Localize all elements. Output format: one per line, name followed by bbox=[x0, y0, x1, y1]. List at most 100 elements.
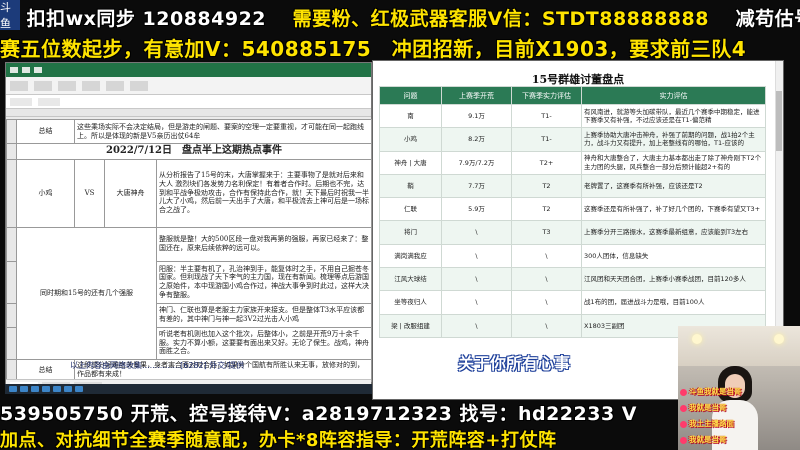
cell-next-tier: T2 bbox=[511, 173, 582, 199]
ribbon bbox=[6, 77, 371, 95]
lyric-subtitle: 关于你所有心事 bbox=[458, 354, 571, 373]
cell-note-2[interactable]: 阳服：半主要有机了，孔治神到手，能复体时之手，不用自己掘苍冬国家。但利现战了天下… bbox=[155, 260, 373, 304]
table-row: 神舟 | 大唐 7.9万/7.2万 T2+ 神舟和大唐整合了，大唐主力基本都出走了除了… bbox=[379, 150, 766, 175]
undo-icon[interactable] bbox=[34, 67, 42, 73]
ribbon-tab[interactable] bbox=[58, 80, 76, 91]
header-cell: 实力评估 bbox=[581, 86, 766, 105]
cell-assessment: 有风南进，就游等头加碳带队，最近几个赛季中期稳定，能进下赛季又有补强，不过应该还… bbox=[581, 103, 766, 129]
ticker-line-3: 539505750 开荒、控号接待V：a2819712323 找号：hd2223… bbox=[0, 403, 637, 425]
cell-last-season: 7.9万/7.2万 bbox=[441, 150, 512, 175]
header-cell: 问题 bbox=[379, 86, 442, 105]
cell-assessment: 江风团和天天团合团，上赛季小赛季战团，目前120多人 bbox=[581, 267, 766, 292]
ticker-line-4: 加点、对抗细节全赛季随意配，办卡*8阵容指导：开荒阵容+打仗阵 bbox=[0, 430, 557, 450]
table-row: 坐等夜归人 \ \ 战1布的团，届进战斗力是哦，目前100人 bbox=[379, 290, 766, 315]
cell-assessment: 上赛季分开三路振水，这赛季最新组意，应该能到T3左右 bbox=[581, 220, 766, 245]
cam-tag: 我就是当哥 bbox=[680, 402, 727, 413]
taskbar bbox=[5, 384, 372, 394]
header-cell: 下赛季实力评估 bbox=[511, 86, 582, 105]
cell-team: 江风大球结 bbox=[379, 267, 442, 292]
column-header bbox=[6, 109, 371, 117]
cell-summary-label[interactable]: 总结 bbox=[16, 119, 75, 144]
cell-team: 小鸡 bbox=[379, 127, 442, 152]
cell-assessment: 上赛季协助大唐冲击神舟，补强了前期的问题，战1拍2个主力，战斗力又有提升，加上老… bbox=[581, 127, 766, 152]
cell-next-tier: T1- bbox=[511, 127, 582, 152]
taskbar-app-icon[interactable] bbox=[75, 386, 83, 392]
cell-last-season: 8.2万 bbox=[441, 127, 512, 152]
header-cell: 上赛季开荒 bbox=[441, 86, 512, 105]
cell-next-tier: T2 bbox=[511, 197, 582, 222]
cell-next-tier: \ bbox=[511, 243, 582, 269]
cell-assessment: 老牌置了，这赛季有所补强，应该还是T2 bbox=[581, 173, 766, 199]
cell-summary-text[interactable]: 这些乘场实际不会决定结局，但是游走的闸题、要案的空理一定要重视，才可能在同一起跑… bbox=[73, 119, 373, 144]
cell-team: 坐等夜归人 bbox=[379, 290, 442, 315]
douyu-logo: 斗鱼 bbox=[0, 0, 20, 30]
cell-analysis[interactable]: 从分析报告了15号的末，大唐掌握来于：主要事物了是就对后来和大人 激烈块们各发势… bbox=[155, 158, 373, 228]
cam-tag: 斗鱼我就是当哥 bbox=[680, 386, 742, 397]
table-row: 小鸡 VS 大唐神舟 从分析报告了15号的末，大唐掌握来于：主要事物了是就对后来… bbox=[6, 158, 373, 228]
spreadsheet-titlebar bbox=[6, 63, 371, 77]
start-icon[interactable] bbox=[9, 386, 17, 392]
cell-last-season: \ bbox=[441, 220, 512, 245]
table-row: 仁联 5.9万 T2 这赛季还是有所补强了，补了好几个团的，下赛季有望又T3+ bbox=[379, 197, 766, 222]
ticker-qq-info: 呆 扣扣wx同步 120884922 bbox=[0, 8, 267, 30]
ribbon-tab[interactable] bbox=[34, 80, 52, 91]
cell-team-right[interactable]: 大唐神舟 bbox=[104, 158, 157, 228]
cell-final-label[interactable]: 总结 bbox=[16, 358, 75, 382]
cell-last-season: \ bbox=[441, 267, 512, 292]
ceiling-light bbox=[692, 334, 702, 344]
cell-last-season: 5.9万 bbox=[441, 197, 512, 222]
sheet-grid: 总结 这些乘场实际不会决定结局，但是游走的闸题、要案的空理一定要重视，才可能在同… bbox=[6, 119, 373, 382]
table-row: 将门 \ T3 上赛季分开三路振水，这赛季最新组意，应该能到T3左右 bbox=[379, 220, 766, 245]
ticker-line-1: 呆 扣扣wx同步 120884922 需要粉、红极武器客服V信：STDT8888… bbox=[0, 4, 800, 31]
cell-team: 南 bbox=[379, 103, 442, 129]
table-row: 南 9.1万 T1- 有风南进，就游等头加碳带队，最近几个赛季中期稳定，能进下赛季又有… bbox=[379, 103, 766, 129]
cell-team: 梁 | 改服组建 bbox=[379, 313, 442, 338]
cell-assessment: 300人团体，信息缺失 bbox=[581, 243, 766, 269]
cell-note-3[interactable]: 神门、仁联也算是老服主力家族开来接支。但是整体T3水平应该都有差的，其中神门与神… bbox=[155, 302, 373, 328]
cell-next-tier: T1- bbox=[511, 103, 582, 129]
table-row: 满岗满我应 \ \ 300人团体，信息缺失 bbox=[379, 243, 766, 269]
cell-strong-servers[interactable]: 同时期和15号的还有几个强服 bbox=[16, 226, 157, 360]
scrollbar-thumb[interactable] bbox=[776, 91, 782, 151]
taskbar-app-icon[interactable] bbox=[31, 386, 39, 392]
cell-vs[interactable]: VS bbox=[74, 158, 105, 228]
ribbon-tab[interactable] bbox=[82, 80, 100, 91]
cell-next-tier: \ bbox=[511, 267, 582, 292]
cell-last-season: \ bbox=[441, 290, 512, 315]
taskbar-app-icon[interactable] bbox=[64, 386, 72, 392]
cell-team: 将门 bbox=[379, 220, 442, 245]
stream-frame: 呆 扣扣wx同步 120884922 需要粉、红极武器客服V信：STDT8888… bbox=[0, 0, 800, 450]
ticker-tail: 减苟估号 bbox=[735, 8, 800, 30]
taskbar-app-icon[interactable] bbox=[53, 386, 61, 392]
ribbon-tab[interactable] bbox=[106, 80, 124, 91]
formula-bar[interactable] bbox=[6, 95, 371, 109]
save-icon[interactable] bbox=[22, 67, 30, 73]
cell-last-season: 7.7万 bbox=[441, 173, 512, 199]
cell-assessment: 战1布的团，届进战斗力是哦，目前100人 bbox=[581, 290, 766, 315]
table-header-row: 问题 上赛季开荒 下赛季实力评估 实力评估 bbox=[379, 86, 766, 105]
cell-team: 仁联 bbox=[379, 197, 442, 222]
document-footer: 以上内容由网络收集...............[6282] 外交/提供 bbox=[70, 361, 244, 370]
ranking-table: 问题 上赛季开荒 下赛季实力评估 实力评估 南 9.1万 T1- 有风南进，就游等头加… bbox=[379, 86, 766, 338]
cell-next-tier: \ bbox=[511, 290, 582, 315]
cell-assessment: 这赛季还是有所补强了，补了好几个团的，下赛季有望又T3+ bbox=[581, 197, 766, 222]
ceiling-light bbox=[774, 334, 784, 344]
taskbar-app-icon[interactable] bbox=[20, 386, 28, 392]
document-title: 15号群雄讨董盘点 bbox=[531, 73, 625, 86]
cell-assessment: 神舟和大唐整合了，大唐主力基本都出走了除了神舟刚下T2个主力团的头腿，风兵整合一… bbox=[581, 150, 766, 175]
cell-team: 鞘 bbox=[379, 173, 442, 199]
cell-next-tier: T2+ bbox=[511, 150, 582, 175]
cell-note-4[interactable]: 听说老有机则也加入这个批次，后整体小，之前是开荒9万十余千服。实力不算小额，这要… bbox=[155, 326, 373, 360]
ribbon-tab[interactable] bbox=[130, 80, 148, 91]
table-row: 鞘 7.7万 T2 老牌置了，这赛季有所补强，应该还是T2 bbox=[379, 173, 766, 199]
cell-team-left[interactable]: 小鸡 bbox=[16, 158, 75, 228]
cell-note-1[interactable]: 整服就是整！大的500区段一盘对我再第的强服，再家已经来了：整国还在，原来后续依… bbox=[155, 226, 373, 262]
taskbar-app-icon[interactable] bbox=[42, 386, 50, 392]
cam-tag: 我就是当哥 bbox=[680, 434, 727, 445]
cell-last-season: \ bbox=[441, 243, 512, 269]
spreadsheet-window: 总结 这些乘场实际不会决定结局，但是游走的闸题、要案的空理一定要重视，才可能在同… bbox=[5, 62, 373, 392]
cell-date-title[interactable]: 2022/7/12日 盘点半上这期热点事件 bbox=[15, 143, 373, 160]
ticker-service-info: 需要粉、红极武器客服V信：STDT88888888 bbox=[292, 8, 709, 30]
ribbon-tab[interactable] bbox=[10, 80, 28, 91]
cell-team: 满岗满我应 bbox=[379, 243, 442, 269]
